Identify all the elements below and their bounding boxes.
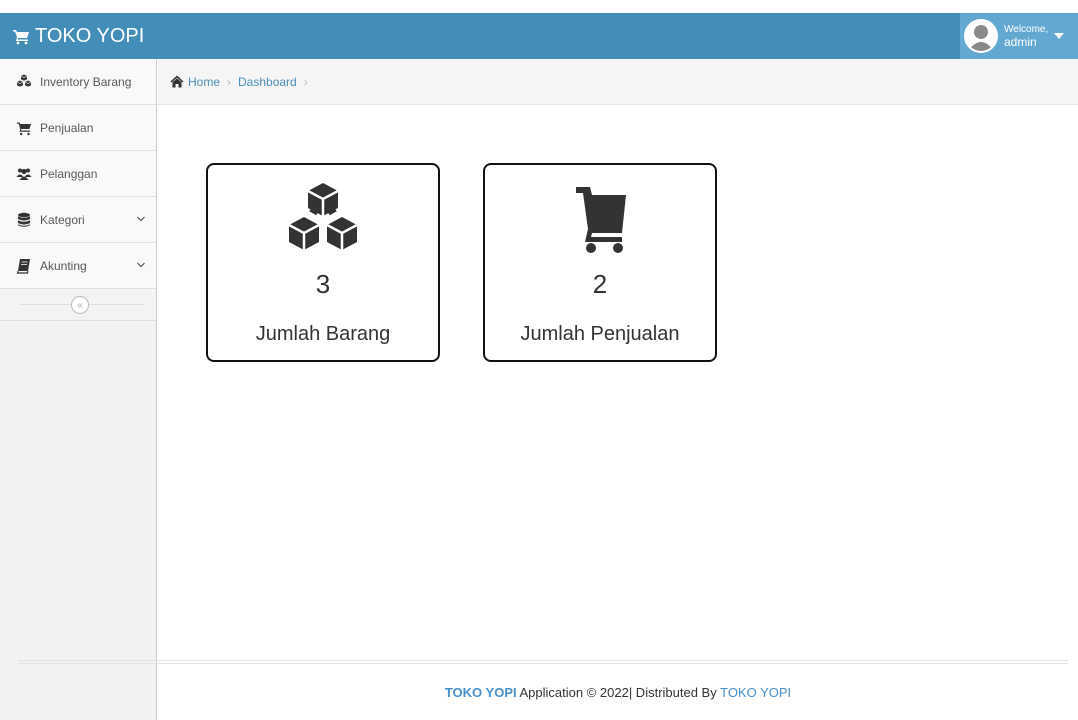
- breadcrumb-current[interactable]: Dashboard: [238, 75, 297, 89]
- cart-icon: [16, 120, 32, 136]
- footer: TOKO YOPI Application © 2022| Distribute…: [158, 685, 1078, 700]
- footer-text: Application © 2022| Distributed By: [516, 685, 721, 700]
- card-label: Jumlah Barang: [255, 323, 391, 345]
- sidebar-item-inventory-barang[interactable]: Inventory Barang: [0, 59, 156, 105]
- card-label: Jumlah Penjualan: [520, 323, 680, 345]
- breadcrumb-separator: ›: [227, 74, 232, 89]
- breadcrumb-separator: ›: [303, 74, 308, 89]
- user-menu[interactable]: Welcome, admin: [960, 13, 1078, 59]
- book-icon: [16, 258, 32, 274]
- sidebar-collapse: «: [0, 289, 156, 321]
- avatar: [964, 19, 998, 53]
- database-icon: [16, 212, 32, 228]
- card-jumlah-penjualan[interactable]: 2 Jumlah Penjualan: [483, 163, 717, 362]
- home-icon: [170, 75, 184, 88]
- cubes-icon: [16, 74, 32, 90]
- username-text: admin: [1004, 35, 1037, 49]
- sidebar-item-akunting[interactable]: Akunting: [0, 243, 156, 289]
- cart-icon: [485, 185, 715, 255]
- chevron-down-icon: [136, 258, 146, 272]
- sidebar-item-label: Pelanggan: [40, 166, 98, 181]
- card-value: 2: [592, 269, 608, 299]
- cubes-icon: [208, 181, 438, 259]
- double-chevron-left-icon[interactable]: «: [71, 296, 89, 314]
- navbar: TOKO YOPI Welcome, admin: [0, 13, 1078, 59]
- caret-down-icon[interactable]: [1054, 33, 1064, 39]
- users-icon: [16, 166, 32, 182]
- navbar-fill: [157, 13, 960, 59]
- user-info: Welcome, admin: [1004, 23, 1048, 49]
- breadcrumb: Home › Dashboard ›: [158, 59, 1078, 105]
- cart-icon: [12, 27, 30, 45]
- card-value: 3: [315, 269, 331, 299]
- breadcrumb-home-link[interactable]: Home: [188, 75, 220, 89]
- card-jumlah-barang[interactable]: 3 Jumlah Barang: [206, 163, 440, 362]
- footer-divider: [18, 660, 1068, 664]
- footer-distributor-link[interactable]: TOKO YOPI: [720, 685, 791, 700]
- sidebar: Inventory Barang Penjualan Pelanggan Kat…: [0, 59, 157, 720]
- sidebar-item-label: Kategori: [40, 212, 85, 227]
- sidebar-item-penjualan[interactable]: Penjualan: [0, 105, 156, 151]
- footer-brand-link[interactable]: TOKO YOPI: [445, 685, 517, 700]
- sidebar-item-pelanggan[interactable]: Pelanggan: [0, 151, 156, 197]
- sidebar-item-kategori[interactable]: Kategori: [0, 197, 156, 243]
- chevron-down-icon: [136, 212, 146, 226]
- sidebar-item-label: Inventory Barang: [40, 74, 132, 89]
- sidebar-item-label: Penjualan: [40, 120, 94, 135]
- brand-title: TOKO YOPI: [35, 24, 145, 47]
- sidebar-item-label: Akunting: [40, 258, 87, 273]
- brand[interactable]: TOKO YOPI: [0, 13, 157, 59]
